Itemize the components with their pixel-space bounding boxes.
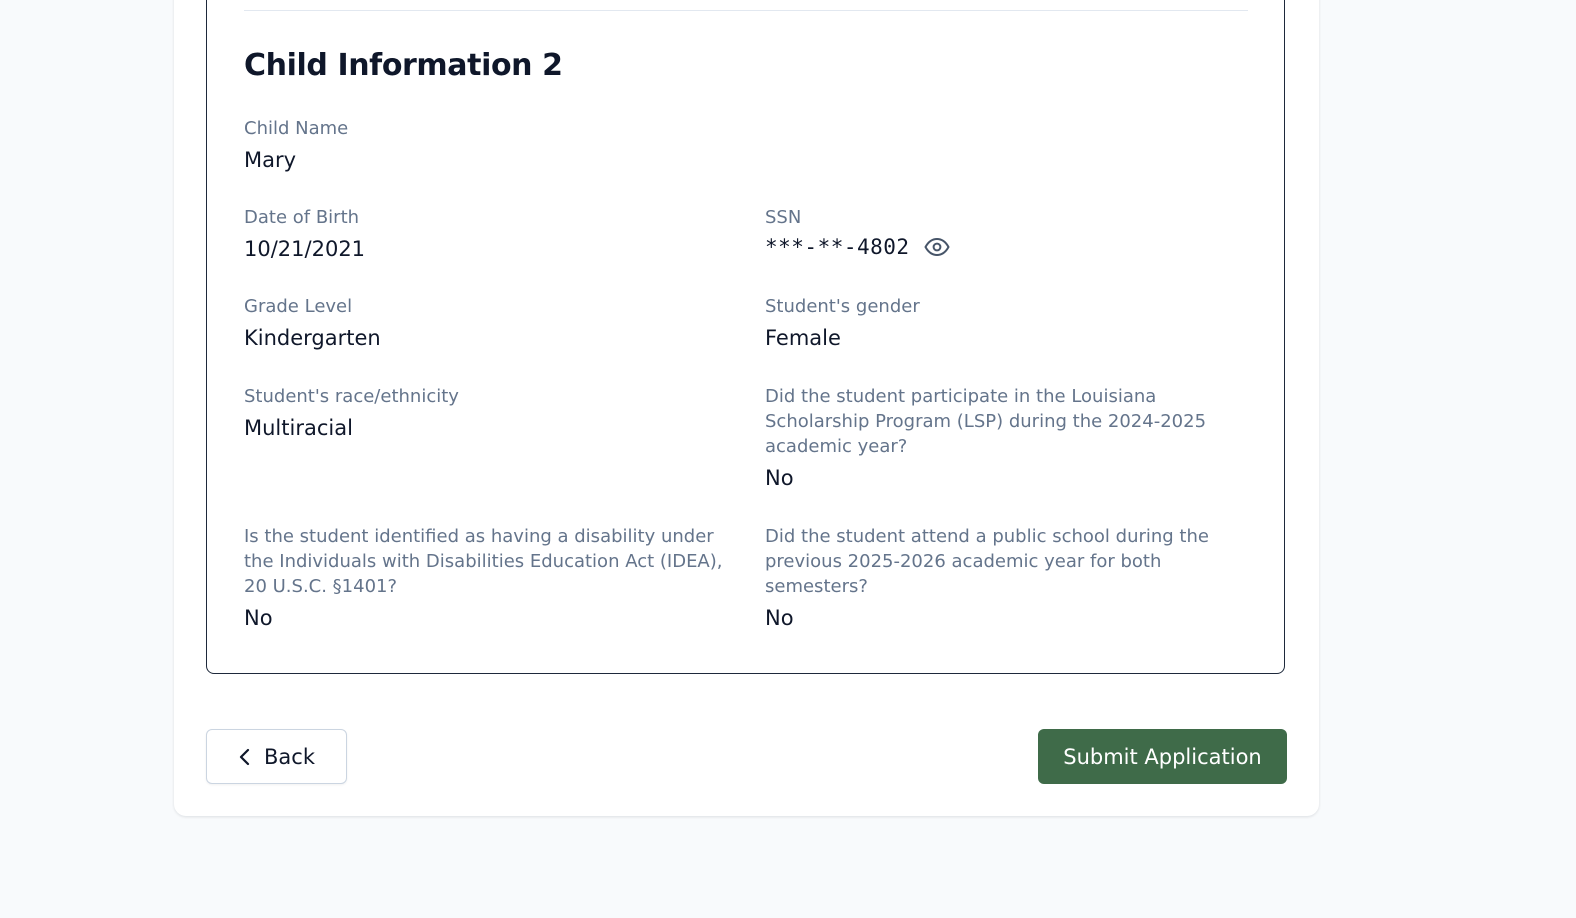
ssn-value: ***-**-4802: [765, 235, 910, 259]
field-child-name: Child Name Mary: [244, 116, 734, 174]
ssn-row: ***-**-4802: [765, 233, 1255, 261]
field-idea: Is the student identified as having a di…: [244, 524, 734, 632]
lsp-label: Did the student participate in the Louis…: [765, 386, 1207, 457]
child-name-value: Mary: [244, 148, 297, 172]
field-lsp: Did the student participate in the Louis…: [765, 384, 1235, 492]
child-name-label: Child Name: [244, 118, 349, 139]
chevron-left-icon: [239, 748, 250, 765]
eye-icon[interactable]: [924, 234, 950, 260]
gender-label: Student's gender: [765, 296, 920, 317]
field-date-of-birth: Date of Birth 10/21/2021: [244, 205, 734, 263]
field-gender: Student's gender Female: [765, 294, 1255, 352]
gender-value: Female: [765, 326, 841, 350]
field-grade-level: Grade Level Kindergarten: [244, 294, 734, 352]
date-of-birth-label: Date of Birth: [244, 207, 360, 228]
eye-icon-svg: [924, 238, 950, 256]
date-of-birth-value: 10/21/2021: [244, 237, 366, 261]
ssn-label: SSN: [765, 207, 802, 228]
field-ssn: SSN ***-**-4802: [765, 205, 1255, 261]
public-school-label: Did the student attend a public school d…: [765, 526, 1209, 597]
race-label: Student's race/ethnicity: [244, 386, 459, 407]
back-button-label: Back: [264, 744, 315, 769]
idea-value: No: [244, 606, 273, 630]
grade-level-label: Grade Level: [244, 296, 353, 317]
submit-application-button[interactable]: Submit Application: [1038, 729, 1287, 784]
lsp-value: No: [765, 466, 794, 490]
grade-level-value: Kindergarten: [244, 326, 381, 350]
public-school-value: No: [765, 606, 794, 630]
section-divider: [244, 10, 1248, 11]
back-button[interactable]: Back: [206, 729, 347, 784]
idea-label: Is the student identified as having a di…: [244, 526, 723, 597]
race-value: Multiracial: [244, 416, 353, 440]
field-public-school: Did the student attend a public school d…: [765, 524, 1235, 632]
field-race: Student's race/ethnicity Multiracial: [244, 384, 734, 442]
section-title: Child Information 2: [244, 48, 563, 83]
